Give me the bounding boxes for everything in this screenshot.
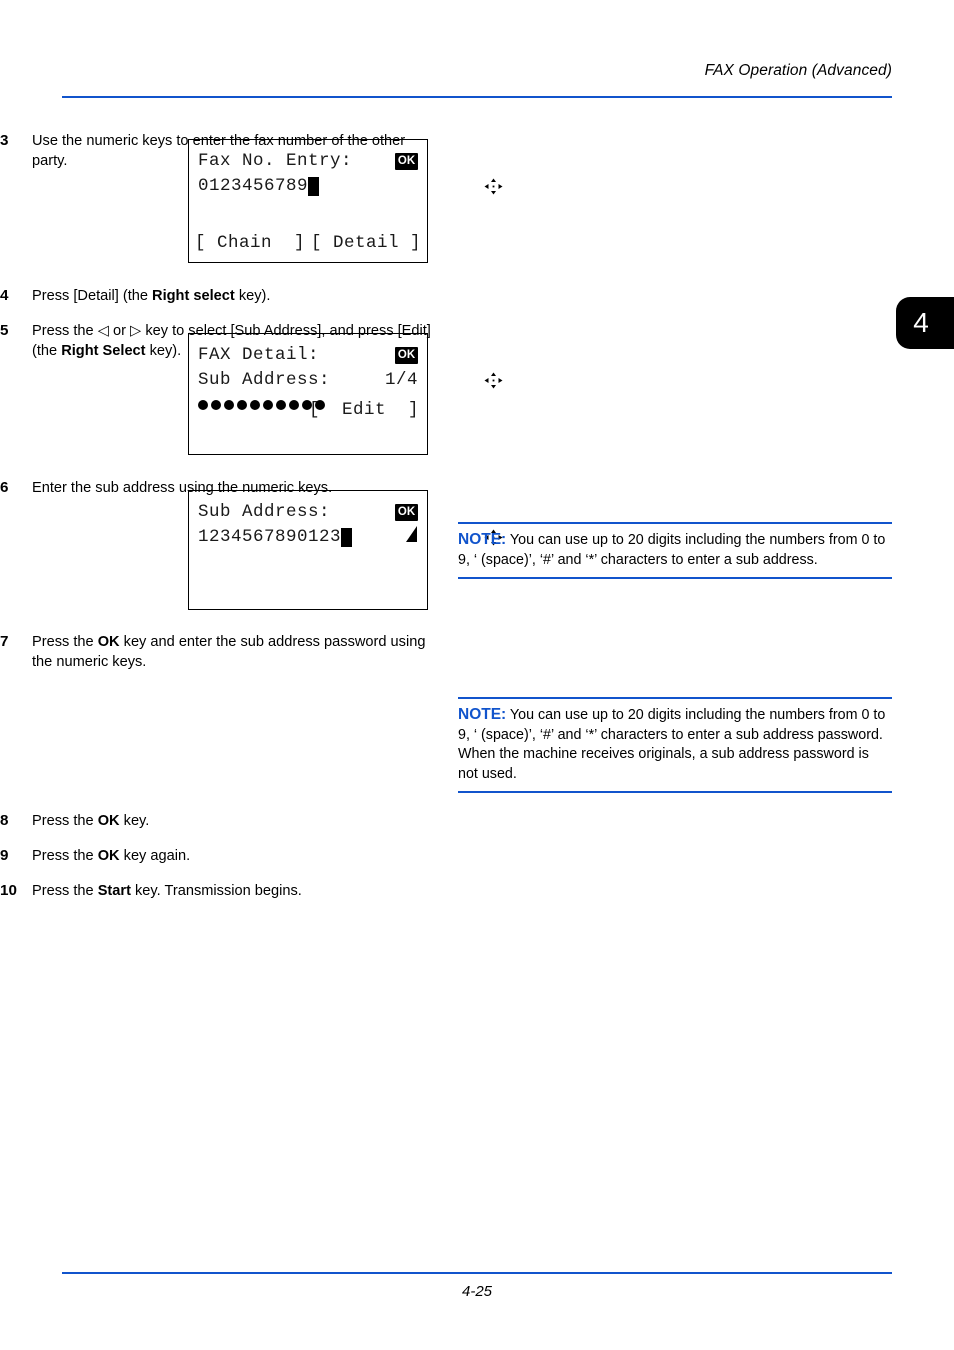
text-cursor xyxy=(341,528,353,547)
note-bottom-divider xyxy=(458,791,892,793)
step-number: 10 xyxy=(0,882,17,899)
text-cursor xyxy=(308,177,320,196)
dot xyxy=(211,400,221,410)
dot xyxy=(198,400,208,410)
soft-key-right-detail[interactable]: [ Detail ] xyxy=(311,231,421,256)
step-text: Press the ◁ or ▷ key to select [Sub Addr… xyxy=(32,321,434,361)
lcd-value-row: 0123456789 xyxy=(198,174,418,199)
lcd-value-row: 1234567890123 xyxy=(198,525,418,550)
note-body: You can use up to 20 digits including th… xyxy=(458,707,886,782)
step-text-emphasis: Start xyxy=(97,883,131,899)
note-block-sub-address-password: NOTE: You can use up to 20 digits includ… xyxy=(458,697,892,793)
step-8: 8 Press the OK key. xyxy=(0,811,434,831)
step-text-part: key again. xyxy=(119,848,191,864)
lcd-title-row: Sub Address: OK xyxy=(198,500,503,546)
lcd-fax-number-value: 0123456789 xyxy=(198,176,309,196)
soft-key-left-chain[interactable]: [ Chain ] xyxy=(195,231,305,256)
step-3: 3 Use the numeric keys to enter the fax … xyxy=(0,131,434,171)
step-5: 5 Press the ◁ or ▷ key to select [Sub Ad… xyxy=(0,321,434,361)
page-header: FAX Operation (Advanced) xyxy=(62,62,892,98)
step-text-part: key. Transmission begins. xyxy=(130,883,302,899)
step-7: 7 Press the OK key and enter the sub add… xyxy=(0,632,434,672)
step-number: 6 xyxy=(0,479,9,496)
header-title: FAX Operation (Advanced) xyxy=(704,62,892,79)
step-text-part: Use the numeric keys to enter the fax nu… xyxy=(32,133,406,169)
step-text: Press the Start key. Transmission begins… xyxy=(32,881,434,901)
scroll-triangle-icon xyxy=(406,526,417,542)
step-text-emphasis: Right Select xyxy=(61,343,146,359)
step-text-part: Press the xyxy=(32,883,98,899)
step-text: Press the OK key. xyxy=(32,811,434,831)
step-text: Press [Detail] (the Right select key). xyxy=(32,286,434,306)
lcd-soft-key-bar: [ Edit ] xyxy=(243,373,419,448)
step-9: 9 Press the OK key again. xyxy=(0,846,434,866)
chapter-tab-number: 4 xyxy=(913,307,929,338)
nav-arrows-icon xyxy=(374,504,503,546)
lcd-soft-key-bar: [ Chain ] [ Detail ] xyxy=(195,231,421,256)
lcd-title: Sub Address: xyxy=(198,502,331,522)
note-label: NOTE: xyxy=(458,531,507,548)
note-bottom-divider xyxy=(458,577,892,579)
step-text-part: Press [Detail] (the xyxy=(32,288,153,304)
step-number: 9 xyxy=(0,847,9,864)
step-text: Use the numeric keys to enter the fax nu… xyxy=(32,131,434,171)
chapter-tab: 4 xyxy=(896,297,954,349)
note-text: NOTE: You can use up to 20 digits includ… xyxy=(458,524,892,577)
step-text-part: Press the xyxy=(32,813,98,829)
step-text-emphasis: OK xyxy=(97,634,120,650)
left-arrow-key-icon: ◁ xyxy=(97,323,109,339)
step-number: 5 xyxy=(0,322,9,339)
footer-divider xyxy=(62,1272,892,1274)
step-text-part: Press the xyxy=(32,848,98,864)
step-text-part: key. xyxy=(119,813,150,829)
step-text-emphasis: Right select xyxy=(152,288,235,304)
dot xyxy=(224,400,234,410)
soft-key-right-edit[interactable]: [ Edit ] xyxy=(309,400,419,420)
step-text-part: or xyxy=(108,323,131,339)
step-text: Enter the sub address using the numeric … xyxy=(32,478,434,498)
step-text-part: key). xyxy=(145,343,182,359)
ok-icon: OK xyxy=(395,504,418,521)
step-6: 6 Enter the sub address using the numeri… xyxy=(0,478,434,498)
lcd-panel-sub-address-entry: Sub Address: OK 1234567890123 xyxy=(188,490,503,610)
step-text-part: Press the xyxy=(32,323,98,339)
lcd-status-icons: OK xyxy=(374,504,503,546)
step-number: 8 xyxy=(0,812,9,829)
step-10: 10 Press the Start key. Transmission beg… xyxy=(0,881,434,901)
step-number: 4 xyxy=(0,287,9,304)
footer-page-number: 4-25 xyxy=(461,1283,493,1300)
step-text: Press the OK key again. xyxy=(32,846,434,866)
note-body: You can use up to 20 digits including th… xyxy=(458,532,886,568)
right-arrow-key-icon: ▷ xyxy=(130,323,142,339)
step-text-part: Enter the sub address using the numeric … xyxy=(32,480,333,496)
lcd-sub-address-value: 1234567890123 xyxy=(198,527,342,547)
step-number: 7 xyxy=(0,633,9,650)
header-divider xyxy=(62,96,892,98)
step-number: 3 xyxy=(0,132,9,149)
note-text: NOTE: You can use up to 20 digits includ… xyxy=(458,699,892,791)
step-text-emphasis: OK xyxy=(97,848,120,864)
manual-page: FAX Operation (Advanced) 4 Fax No. Entry… xyxy=(0,0,954,1350)
step-text-part: key). xyxy=(234,288,271,304)
step-text: Press the OK key and enter the sub addre… xyxy=(32,632,434,672)
note-block-sub-address: NOTE: You can use up to 20 digits includ… xyxy=(458,522,892,579)
step-4: 4 Press [Detail] (the Right select key). xyxy=(0,286,434,306)
note-label: NOTE: xyxy=(458,706,507,723)
step-text-part: Press the xyxy=(32,634,98,650)
step-text-emphasis: OK xyxy=(97,813,120,829)
